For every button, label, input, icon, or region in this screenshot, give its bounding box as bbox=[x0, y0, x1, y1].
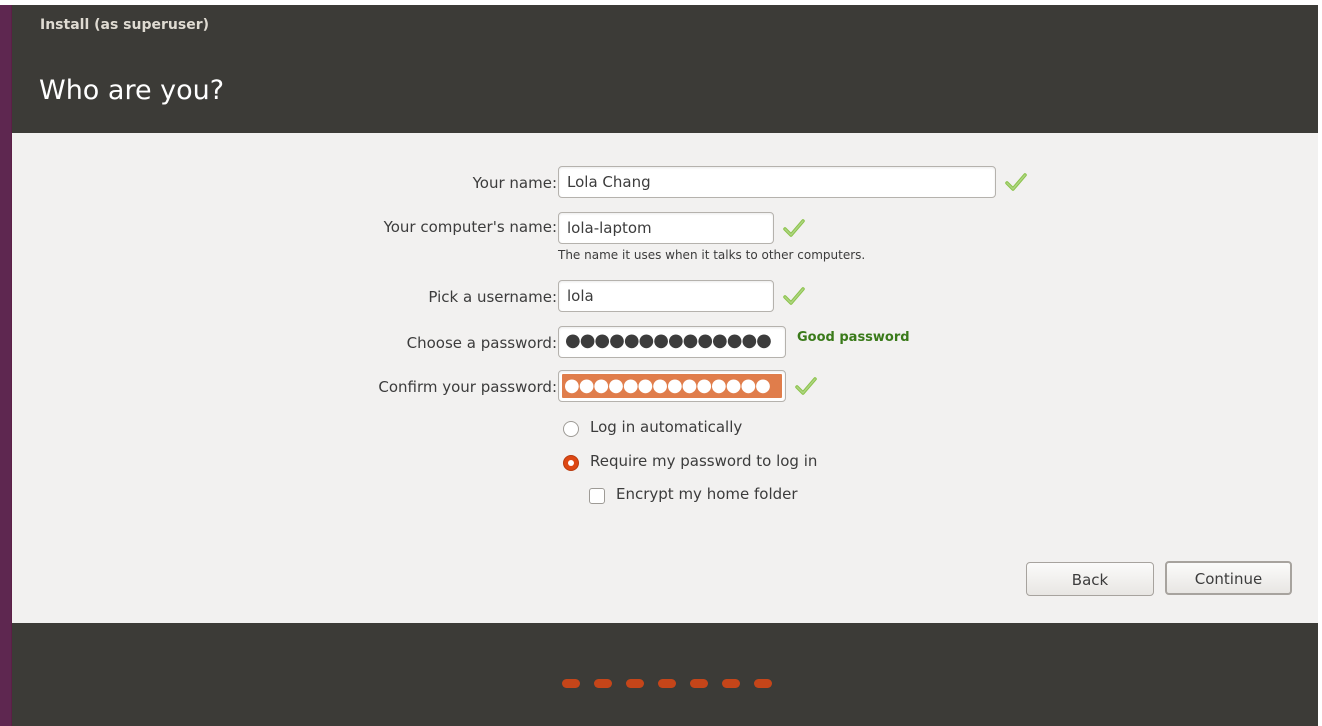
progress-step bbox=[690, 679, 708, 688]
page-title: Who are you? bbox=[39, 75, 225, 106]
progress-step bbox=[626, 679, 644, 688]
password-strength: Good password bbox=[797, 330, 910, 345]
computer-name-hint: The name it uses when it talks to other … bbox=[558, 248, 866, 262]
confirm-password-mask: ●●●●●●●●●●●●●● bbox=[562, 374, 782, 398]
installer-window: Install (as superuser) Who are you? Your… bbox=[11, 5, 1318, 726]
checkmark-icon bbox=[1005, 173, 1027, 191]
progress-step bbox=[562, 679, 580, 688]
checkmark-icon bbox=[783, 287, 805, 305]
progress-step bbox=[658, 679, 676, 688]
confirm-password-input[interactable]: ●●●●●●●●●●●●●● bbox=[558, 370, 786, 402]
progress-footer bbox=[12, 623, 1318, 726]
continue-button[interactable]: Continue bbox=[1165, 561, 1292, 595]
computer-name-input[interactable]: lola-laptom bbox=[558, 212, 774, 244]
title-bar: Install (as superuser) Who are you? bbox=[12, 5, 1318, 133]
computer-name-label: Your computer's name: bbox=[383, 218, 557, 236]
password-label: Choose a password: bbox=[406, 334, 557, 352]
progress-step bbox=[722, 679, 740, 688]
user-form: Your name: Lola Chang Your computer's na… bbox=[12, 133, 1318, 623]
back-button[interactable]: Back bbox=[1026, 562, 1154, 596]
username-input[interactable]: lola bbox=[558, 280, 774, 312]
password-mask: ●●●●●●●●●●●●●● bbox=[565, 330, 772, 351]
window-edge bbox=[0, 5, 11, 726]
your-name-input[interactable]: Lola Chang bbox=[558, 166, 996, 198]
your-name-label: Your name: bbox=[472, 174, 557, 192]
log-in-automatically-label[interactable]: Log in automatically bbox=[590, 418, 742, 436]
progress-step bbox=[594, 679, 612, 688]
progress-step bbox=[754, 679, 772, 688]
window-title: Install (as superuser) bbox=[40, 17, 209, 33]
encrypt-home-checkbox[interactable] bbox=[589, 488, 605, 504]
checkmark-icon bbox=[783, 219, 805, 237]
log-in-automatically-radio[interactable] bbox=[563, 421, 579, 437]
progress-indicator bbox=[562, 679, 772, 688]
require-password-radio[interactable] bbox=[563, 455, 579, 471]
confirm-password-label: Confirm your password: bbox=[378, 378, 557, 396]
checkmark-icon bbox=[795, 377, 817, 395]
password-input[interactable]: ●●●●●●●●●●●●●● bbox=[558, 326, 786, 358]
require-password-label[interactable]: Require my password to log in bbox=[590, 452, 817, 470]
username-label: Pick a username: bbox=[428, 288, 557, 306]
encrypt-home-label[interactable]: Encrypt my home folder bbox=[616, 485, 798, 503]
